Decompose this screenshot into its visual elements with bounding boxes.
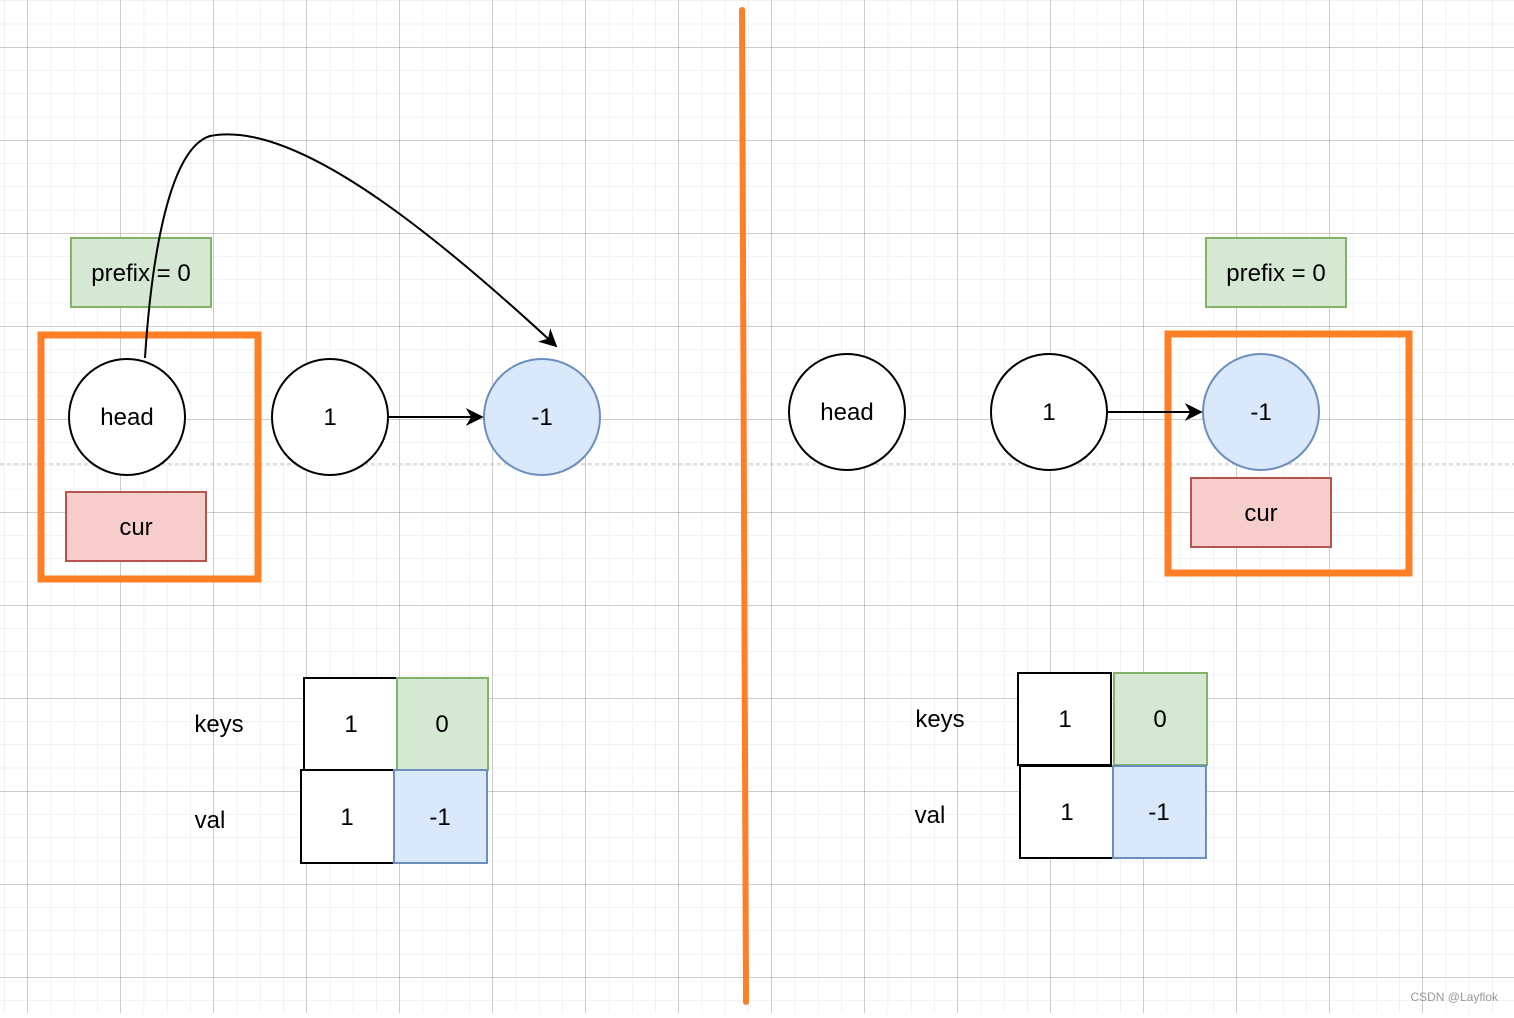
keys-cell-1-text: 0 — [1153, 706, 1166, 733]
keys-label: keys — [915, 706, 964, 733]
val-cell-1-text: -1 — [429, 804, 450, 831]
cur-label: cur — [119, 514, 152, 541]
val-label: val — [915, 802, 946, 829]
keys-label: keys — [194, 711, 243, 738]
watermark: CSDN @Layflok — [1410, 990, 1499, 1004]
val-cell-1-text: -1 — [1148, 799, 1169, 826]
node-neg1-label: -1 — [531, 404, 552, 431]
node-1-label: 1 — [1042, 399, 1055, 426]
keys-cell-1-text: 0 — [435, 711, 448, 738]
val-label: val — [195, 807, 226, 834]
prefix-label: prefix = 0 — [1226, 260, 1325, 287]
node-neg1-label: -1 — [1250, 399, 1271, 426]
cur-label: cur — [1244, 500, 1277, 527]
diagram-canvas: prefix = 0 head 1 -1 cur keys val 1 0 1 … — [0, 0, 1514, 1013]
keys-cell-0-text: 1 — [1058, 706, 1071, 733]
val-cell-0-text: 1 — [1060, 799, 1073, 826]
prefix-label: prefix = 0 — [91, 260, 190, 287]
node-head-label: head — [100, 404, 153, 431]
keys-cell-0-text: 1 — [344, 711, 357, 738]
val-cell-0-text: 1 — [340, 804, 353, 831]
divider-line — [739, 7, 749, 1005]
node-1-label: 1 — [323, 404, 336, 431]
node-head-label: head — [820, 399, 873, 426]
